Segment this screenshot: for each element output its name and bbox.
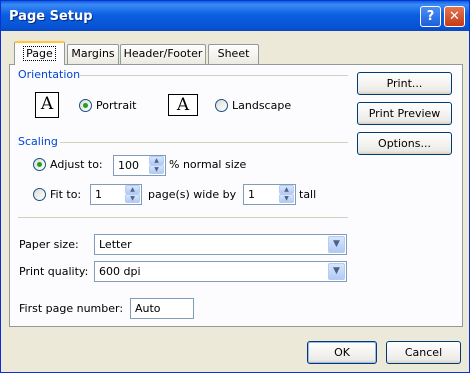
adjust-to-label[interactable]: Adjust to: — [50, 158, 103, 171]
portrait-icon: A — [35, 92, 59, 118]
fit-wide-suffix: page(s) wide by — [148, 188, 237, 201]
spin-down-icon[interactable]: ▼ — [279, 194, 294, 203]
adjust-to-radio[interactable] — [33, 158, 46, 171]
first-page-label: First page number: — [19, 302, 124, 315]
chevron-down-icon[interactable]: ▼ — [328, 236, 345, 253]
scaling-divider — [60, 142, 348, 143]
adjust-to-suffix: % normal size — [169, 158, 247, 171]
dialog-title: Page Setup — [9, 9, 93, 24]
landscape-label[interactable]: Landscape — [232, 99, 291, 112]
first-page-input[interactable]: Auto — [130, 298, 194, 319]
paper-size-select[interactable]: Letter ▼ — [94, 234, 347, 255]
fit-to-radio[interactable] — [33, 188, 46, 201]
title-bar[interactable]: Page Setup ? ✕ — [1, 1, 469, 31]
paper-size-value: Letter — [99, 238, 132, 251]
cancel-button[interactable]: Cancel — [386, 341, 461, 364]
spin-up-icon[interactable]: ▲ — [279, 185, 294, 194]
tab-page-label: Page — [23, 46, 56, 61]
tab-page[interactable]: Page — [14, 41, 65, 65]
paper-size-label: Paper size: — [19, 238, 79, 251]
print-quality-value: 600 dpi — [99, 265, 141, 278]
orientation-divider — [80, 75, 348, 76]
tab-margins[interactable]: Margins — [67, 44, 119, 64]
print-preview-button[interactable]: Print Preview — [357, 102, 452, 125]
spin-down-icon[interactable]: ▼ — [149, 165, 164, 174]
spin-up-icon[interactable]: ▲ — [149, 156, 164, 165]
adjust-to-spinner[interactable]: ▲ ▼ — [149, 156, 164, 175]
scaling-bottom-divider — [18, 217, 348, 218]
chevron-down-icon[interactable]: ▼ — [328, 263, 345, 280]
spin-up-icon[interactable]: ▲ — [125, 185, 140, 194]
tab-sheet[interactable]: Sheet — [208, 44, 259, 64]
fit-wide-spinner[interactable]: ▲ ▼ — [125, 185, 140, 204]
page-tab-panel: Orientation A Portrait A Landscape Scali… — [9, 64, 463, 327]
options-button[interactable]: Options... — [357, 132, 452, 155]
tab-header-footer[interactable]: Header/Footer — [120, 44, 206, 64]
close-icon[interactable]: ✕ — [444, 6, 465, 27]
portrait-radio[interactable] — [79, 99, 92, 112]
ok-button[interactable]: OK — [307, 341, 377, 364]
fit-tall-suffix: tall — [299, 188, 317, 201]
print-quality-label: Print quality: — [19, 265, 89, 278]
spin-down-icon[interactable]: ▼ — [125, 194, 140, 203]
fit-to-label[interactable]: Fit to: — [50, 188, 81, 201]
help-icon[interactable]: ? — [420, 6, 441, 27]
portrait-label[interactable]: Portrait — [96, 99, 136, 112]
fit-tall-spinner[interactable]: ▲ ▼ — [279, 185, 294, 204]
landscape-icon: A — [168, 94, 198, 116]
print-button[interactable]: Print... — [357, 72, 452, 95]
print-quality-select[interactable]: 600 dpi ▼ — [94, 261, 347, 282]
page-setup-dialog: Page Setup ? ✕ Page Margins Header/Foote… — [0, 0, 470, 373]
scaling-heading: Scaling — [18, 135, 58, 148]
orientation-heading: Orientation — [18, 68, 81, 81]
landscape-radio[interactable] — [215, 99, 228, 112]
